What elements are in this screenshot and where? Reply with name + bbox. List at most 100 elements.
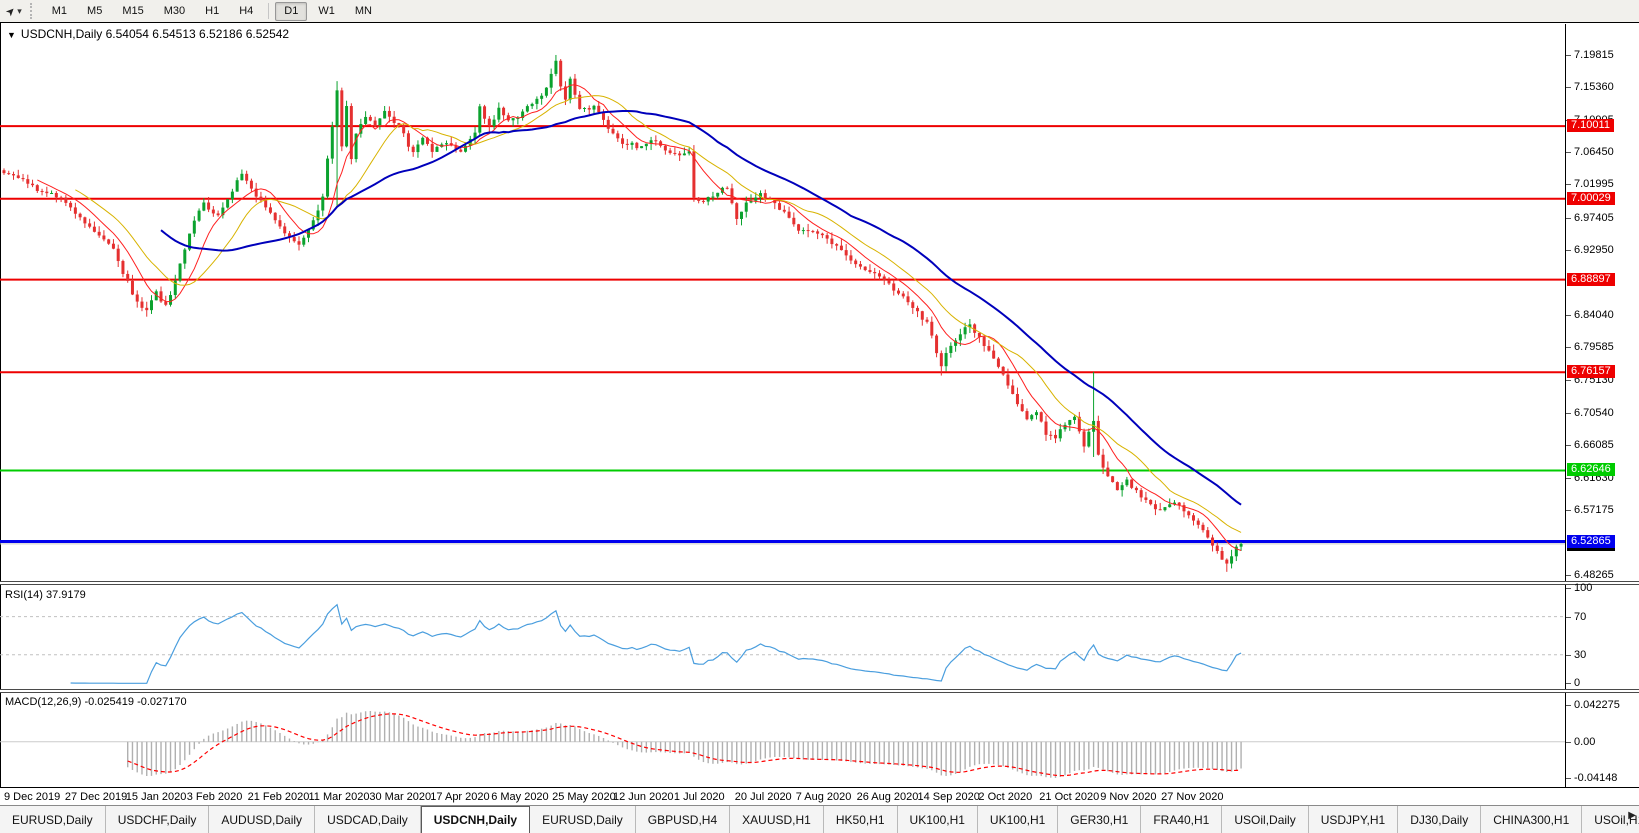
- horizontal-levels[interactable]: [0, 125, 1565, 545]
- timeframe-h1[interactable]: H1: [196, 2, 228, 21]
- chevron-down-icon[interactable]: ▾: [17, 6, 22, 17]
- tab-usdchf-daily[interactable]: USDCHF,Daily: [106, 806, 210, 833]
- tab-xauusd-h1[interactable]: XAUUSD,H1: [730, 806, 824, 833]
- rsi-axis[interactable]: 100 70 30 0: [1565, 582, 1639, 689]
- candle-body: [73, 207, 77, 214]
- tab-usdcnh-daily[interactable]: USDCNH,Daily: [420, 806, 531, 833]
- candle-body: [958, 334, 962, 341]
- candle-body: [811, 231, 815, 233]
- macd-tick-label: 0.042275: [1574, 698, 1620, 711]
- timeframe-mn[interactable]: MN: [346, 2, 381, 21]
- candle-body: [725, 187, 729, 189]
- tab-china300-h1[interactable]: CHINA300,H1: [1481, 806, 1583, 833]
- timeframe-w1[interactable]: W1: [309, 2, 344, 21]
- level-price-label: 6.52865: [1567, 534, 1615, 548]
- timeframe-d1[interactable]: D1: [275, 1, 308, 21]
- candle-body: [592, 105, 596, 110]
- candle-body: [278, 220, 282, 227]
- candle-body: [35, 185, 39, 191]
- timeframe-m5[interactable]: M5: [78, 2, 111, 21]
- price-tick: [1566, 217, 1571, 219]
- toolbar-grip[interactable]: [29, 3, 35, 19]
- date-tick-label: 12 Jun 2020: [613, 791, 674, 803]
- candle-body: [1096, 420, 1100, 455]
- tab-dj30-daily[interactable]: DJ30,Daily: [1398, 806, 1482, 833]
- candle-body: [663, 145, 667, 151]
- timeframe-m15[interactable]: M15: [113, 2, 152, 21]
- price-tick-label: 7.06450: [1574, 146, 1614, 159]
- candle-body: [59, 197, 63, 199]
- candle-body: [483, 106, 487, 119]
- candle-body: [1196, 520, 1200, 525]
- candle-body: [1230, 556, 1234, 564]
- candle-body: [597, 105, 601, 113]
- candle-body: [897, 290, 901, 294]
- candle-body: [1025, 411, 1029, 420]
- candle-body: [797, 224, 801, 231]
- chart-cursor-icon[interactable]: ➤: [3, 3, 18, 19]
- tab-fra40-h1[interactable]: FRA40,H1: [1141, 806, 1223, 833]
- macd-tick-label: -0.04148: [1574, 771, 1618, 784]
- tab-usdcad-daily[interactable]: USDCAD,Daily: [315, 806, 421, 833]
- tab-uk100-h1[interactable]: UK100,H1: [898, 806, 978, 833]
- date-tick-label: 27 Dec 2019: [64, 791, 128, 803]
- symbol-dropdown-icon[interactable]: ▼: [7, 30, 16, 40]
- candle-body: [31, 183, 35, 186]
- candle-body: [587, 108, 591, 110]
- candle-body: [149, 300, 153, 311]
- tab-scroll-right-icon[interactable]: ▶: [1628, 810, 1636, 821]
- candle-body: [982, 336, 986, 347]
- candle-body: [406, 133, 410, 147]
- candle-body: [949, 345, 953, 354]
- tab-gbpusd-h4[interactable]: GBPUSD,H4: [636, 806, 731, 833]
- candle-body: [1120, 485, 1124, 491]
- candle-body: [568, 78, 572, 100]
- candle-body: [844, 250, 848, 256]
- date-tick-label: 27 Nov 2020: [1161, 791, 1224, 803]
- rsi-tick-label: 30: [1574, 648, 1587, 661]
- candle-body: [1020, 404, 1024, 412]
- candle-body: [1225, 559, 1229, 564]
- candle-body: [1153, 504, 1157, 510]
- candle-body: [1011, 385, 1015, 394]
- tab-hk50-h1[interactable]: HK50,H1: [824, 806, 898, 833]
- macd-axis[interactable]: 0.042275 0.00 -0.04148: [1565, 693, 1639, 787]
- tab-eurusd-daily[interactable]: EURUSD,Daily: [530, 806, 636, 833]
- candle-body: [1015, 393, 1019, 405]
- date-tick-label: 14 Sep 2020: [917, 791, 980, 803]
- timeframe-buttons: M1 M5 M15 M30 H1 H4 D1 W1 MN: [42, 1, 382, 21]
- candle-body: [102, 235, 106, 240]
- candle-body: [544, 87, 548, 96]
- candle-body: [478, 106, 482, 133]
- tab-audusd-daily[interactable]: AUDUSD,Daily: [209, 806, 316, 833]
- tab-ger30-h1[interactable]: GER30,H1: [1058, 806, 1142, 833]
- rsi-panel[interactable]: [0, 585, 1565, 689]
- tab-usdjpy-h1[interactable]: USDJPY,H1: [1309, 806, 1399, 833]
- macd-tick: [1566, 741, 1571, 743]
- tab-uk100-h1[interactable]: UK100,H1: [978, 806, 1059, 833]
- timeframe-m30[interactable]: M30: [155, 2, 194, 21]
- candle-body: [249, 180, 253, 189]
- candle-body: [69, 202, 73, 208]
- price-tick: [1566, 152, 1571, 154]
- tab-eurusd-daily[interactable]: EURUSD,Daily: [0, 806, 106, 833]
- timeframe-toolbar: ➤ ▾ M1 M5 M15 M30 H1 H4 D1 W1 MN: [0, 0, 1639, 23]
- candle-body: [540, 95, 544, 99]
- date-axis[interactable]: 9 Dec 2019 27 Dec 2019 15 Jan 2020 3 Feb 20…: [0, 787, 1639, 805]
- tab-usoil-daily[interactable]: USOil,Daily: [1222, 806, 1309, 833]
- date-tick-label: 6 May 2020: [491, 791, 549, 803]
- price-chart[interactable]: [0, 24, 1565, 581]
- candle-body: [83, 217, 87, 224]
- candle-body: [1192, 515, 1195, 521]
- timeframe-h4[interactable]: H4: [230, 2, 262, 21]
- candle-body: [944, 353, 948, 367]
- macd-panel[interactable]: [0, 693, 1565, 787]
- candle-body: [387, 110, 391, 117]
- price-axis[interactable]: 7.198157.153607.109057.064507.019956.974…: [1565, 24, 1639, 581]
- candle-body: [606, 119, 610, 129]
- candle-body: [625, 143, 629, 145]
- price-tick-label: 6.70540: [1574, 407, 1614, 420]
- timeframe-m1[interactable]: M1: [43, 2, 76, 21]
- candle-body: [678, 153, 682, 156]
- candle-body: [1073, 416, 1077, 421]
